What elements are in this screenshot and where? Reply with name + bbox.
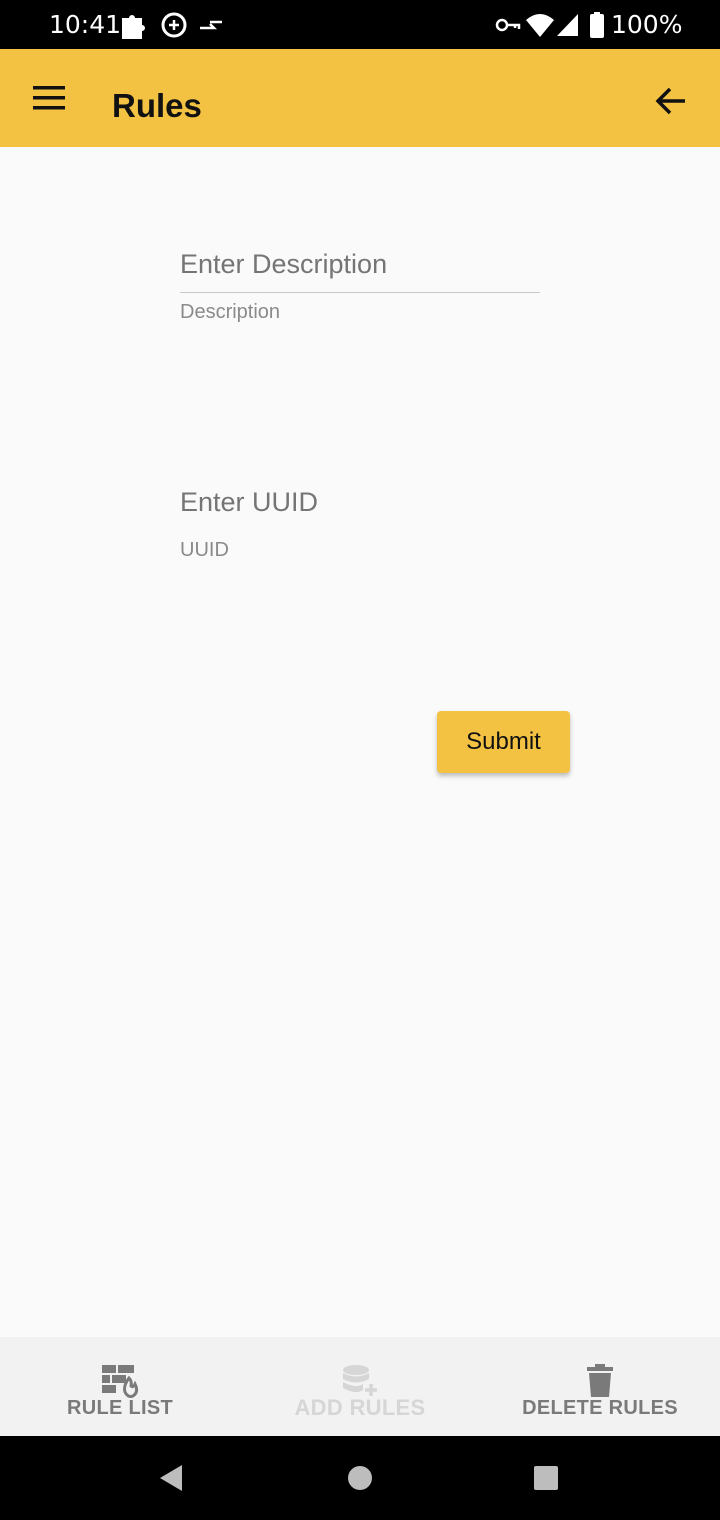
menu-icon[interactable]: [22, 77, 76, 121]
nav-item-rule-list[interactable]: RULE LIST: [0, 1337, 240, 1436]
sync-cloud-icon: [161, 12, 187, 38]
status-time: 10:41: [49, 10, 122, 39]
description-helper-text: Description: [180, 301, 281, 323]
status-bar: 10:41 100%: [0, 0, 720, 49]
nav-label-add-rules: ADD RULES: [294, 1395, 426, 1420]
system-recents-icon[interactable]: [532, 1464, 560, 1492]
uuid-input[interactable]: [180, 482, 540, 522]
nav-label-rule-list: RULE LIST: [66, 1397, 174, 1419]
system-back-icon[interactable]: [157, 1463, 185, 1493]
nav-item-delete-rules[interactable]: DELETE RULES: [480, 1337, 720, 1436]
back-arrow-icon[interactable]: [645, 81, 697, 121]
trash-icon: [587, 1364, 613, 1397]
description-field: Description: [180, 244, 540, 324]
bottom-navigation: RULE LIST ADD RULES DELETE RULES: [0, 1337, 720, 1436]
app-bar: Rules: [0, 49, 720, 147]
cell-signal-icon: [557, 14, 578, 36]
vpn-key-icon: [495, 18, 521, 32]
submit-button[interactable]: Submit: [437, 711, 570, 773]
description-underline: [180, 292, 540, 293]
nav-item-add-rules[interactable]: ADD RULES: [240, 1337, 480, 1436]
uuid-helper-text: UUID: [180, 539, 229, 561]
firewall-icon: [102, 1365, 139, 1398]
description-input[interactable]: [180, 244, 540, 284]
wifi-icon: [526, 14, 554, 37]
nav-label-delete-rules: DELETE RULES: [522, 1397, 678, 1419]
page-title: Rules: [112, 87, 202, 124]
battery-icon: [590, 12, 604, 38]
puzzle-icon: [122, 15, 145, 39]
system-home-icon[interactable]: [346, 1464, 374, 1492]
system-navigation-bar: [0, 1436, 720, 1520]
battery-percent: 100%: [611, 10, 683, 39]
uuid-field: UUID: [180, 482, 540, 562]
data-transfer-icon: [200, 20, 222, 30]
database-add-icon: [343, 1365, 377, 1396]
